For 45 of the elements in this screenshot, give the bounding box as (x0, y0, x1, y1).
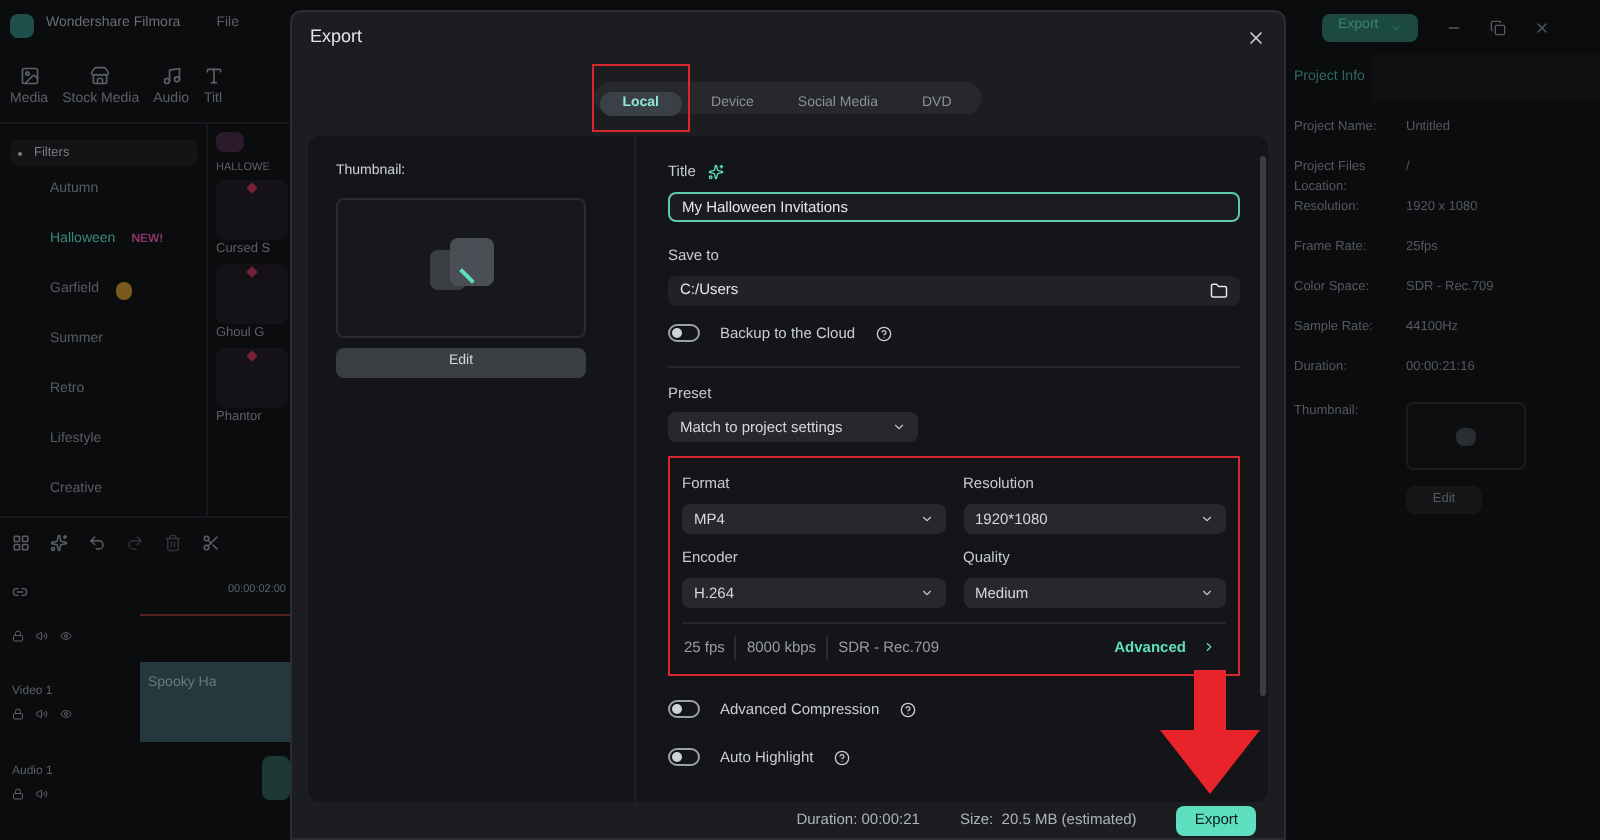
chevron-right-icon (1202, 640, 1216, 655)
gem-icon (246, 266, 258, 278)
help-icon[interactable] (899, 701, 916, 717)
chevron-down-icon (1200, 512, 1214, 526)
lock-icon[interactable] (12, 787, 24, 799)
toggle-switch[interactable] (668, 700, 700, 718)
ai-pen-icon[interactable] (707, 163, 724, 180)
lock-icon[interactable] (12, 707, 24, 719)
toggle-switch[interactable] (668, 324, 700, 342)
toggle-switch[interactable] (668, 748, 700, 766)
speaker-icon[interactable] (36, 630, 48, 642)
filter-thumbnail[interactable] (216, 347, 288, 408)
down-arrow (1160, 670, 1260, 794)
app-logo-icon (10, 13, 34, 37)
scrollbar[interactable] (1260, 156, 1266, 696)
link-icon[interactable] (12, 583, 28, 599)
eye-icon[interactable] (60, 630, 72, 642)
help-icon[interactable] (875, 325, 892, 341)
toolbar-icon (90, 65, 111, 85)
help-icon[interactable] (833, 749, 850, 765)
chevron-down-icon (919, 586, 933, 601)
folder-icon[interactable] (1210, 281, 1228, 299)
audio-clip[interactable] (262, 755, 290, 799)
scissors-icon[interactable] (202, 533, 220, 551)
sparkle-icon[interactable] (50, 533, 68, 551)
filter-thumbnail[interactable] (216, 180, 288, 241)
speaker-icon[interactable] (36, 707, 48, 719)
close-icon[interactable] (1246, 28, 1266, 48)
restore-icon[interactable] (1490, 19, 1507, 35)
chevron-down-icon (1200, 586, 1214, 601)
eye-icon[interactable] (60, 707, 72, 719)
dialog-title: Export (310, 24, 363, 51)
undo-icon[interactable] (88, 533, 106, 551)
chevron-down-icon (1390, 21, 1403, 33)
gem-icon (246, 349, 258, 362)
filter-thumbnail[interactable] (216, 264, 288, 324)
gem-icon (246, 182, 258, 195)
toolbar-icon (203, 65, 224, 85)
toolbar-icon (19, 65, 40, 85)
chevron-down-icon (892, 419, 906, 434)
layout-icon[interactable] (12, 533, 30, 551)
chevron-down-icon (919, 512, 933, 526)
toolbar-icon (161, 65, 182, 85)
lock-icon[interactable] (12, 630, 24, 642)
speaker-icon[interactable] (36, 787, 48, 799)
